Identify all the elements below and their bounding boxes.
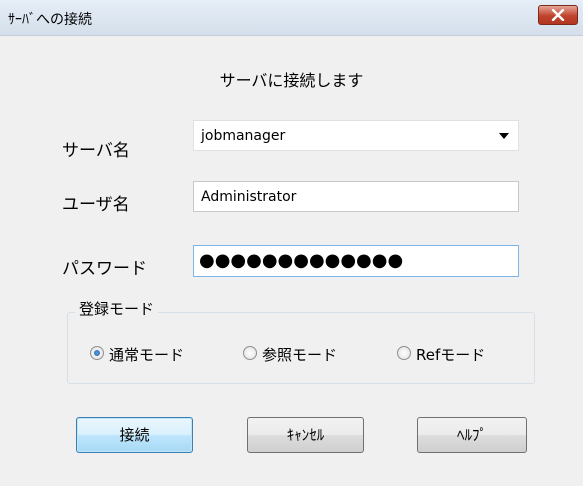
chevron-down-icon [499, 133, 509, 139]
user-name-label: ユーザ名 [62, 195, 130, 215]
window-title: ｻｰﾊﾞへの接続 [8, 12, 92, 28]
connect-dialog: ｻｰﾊﾞへの接続 サーバに接続します サーバ名 jobmanager ユーザ名 … [0, 0, 583, 486]
close-icon [551, 9, 565, 21]
radio-unselected-icon [243, 346, 257, 360]
radio-reference-mode-label: 参照モード [262, 346, 338, 364]
password-field[interactable]: ●●●●●●●●●●●●● [193, 245, 519, 277]
dialog-subtitle: サーバに接続します [219, 71, 364, 90]
close-button[interactable] [538, 5, 578, 25]
radio-ref-mode-label: Refモード [416, 346, 486, 364]
user-name-field[interactable]: Administrator [193, 181, 519, 212]
password-mask: ●●●●●●●●●●●●● [199, 250, 404, 271]
password-label: パスワード [62, 259, 147, 279]
server-name-label: サーバ名 [62, 141, 130, 161]
help-button[interactable]: ﾍﾙﾌﾟ [417, 417, 527, 453]
server-name-dropdown[interactable]: jobmanager [193, 120, 519, 151]
registration-mode-legend: 登録モード [75, 298, 159, 319]
cancel-button[interactable]: ｷｬﾝｾﾙ [247, 417, 364, 453]
user-name-value: Administrator [201, 189, 297, 205]
radio-normal-mode-label: 通常モード [109, 346, 185, 364]
radio-unselected-icon [397, 346, 411, 360]
connect-button[interactable]: 接続 [76, 417, 193, 453]
server-name-value: jobmanager [201, 128, 286, 144]
title-bar: ｻｰﾊﾞへの接続 [0, 0, 583, 36]
radio-selected-icon [90, 346, 104, 360]
